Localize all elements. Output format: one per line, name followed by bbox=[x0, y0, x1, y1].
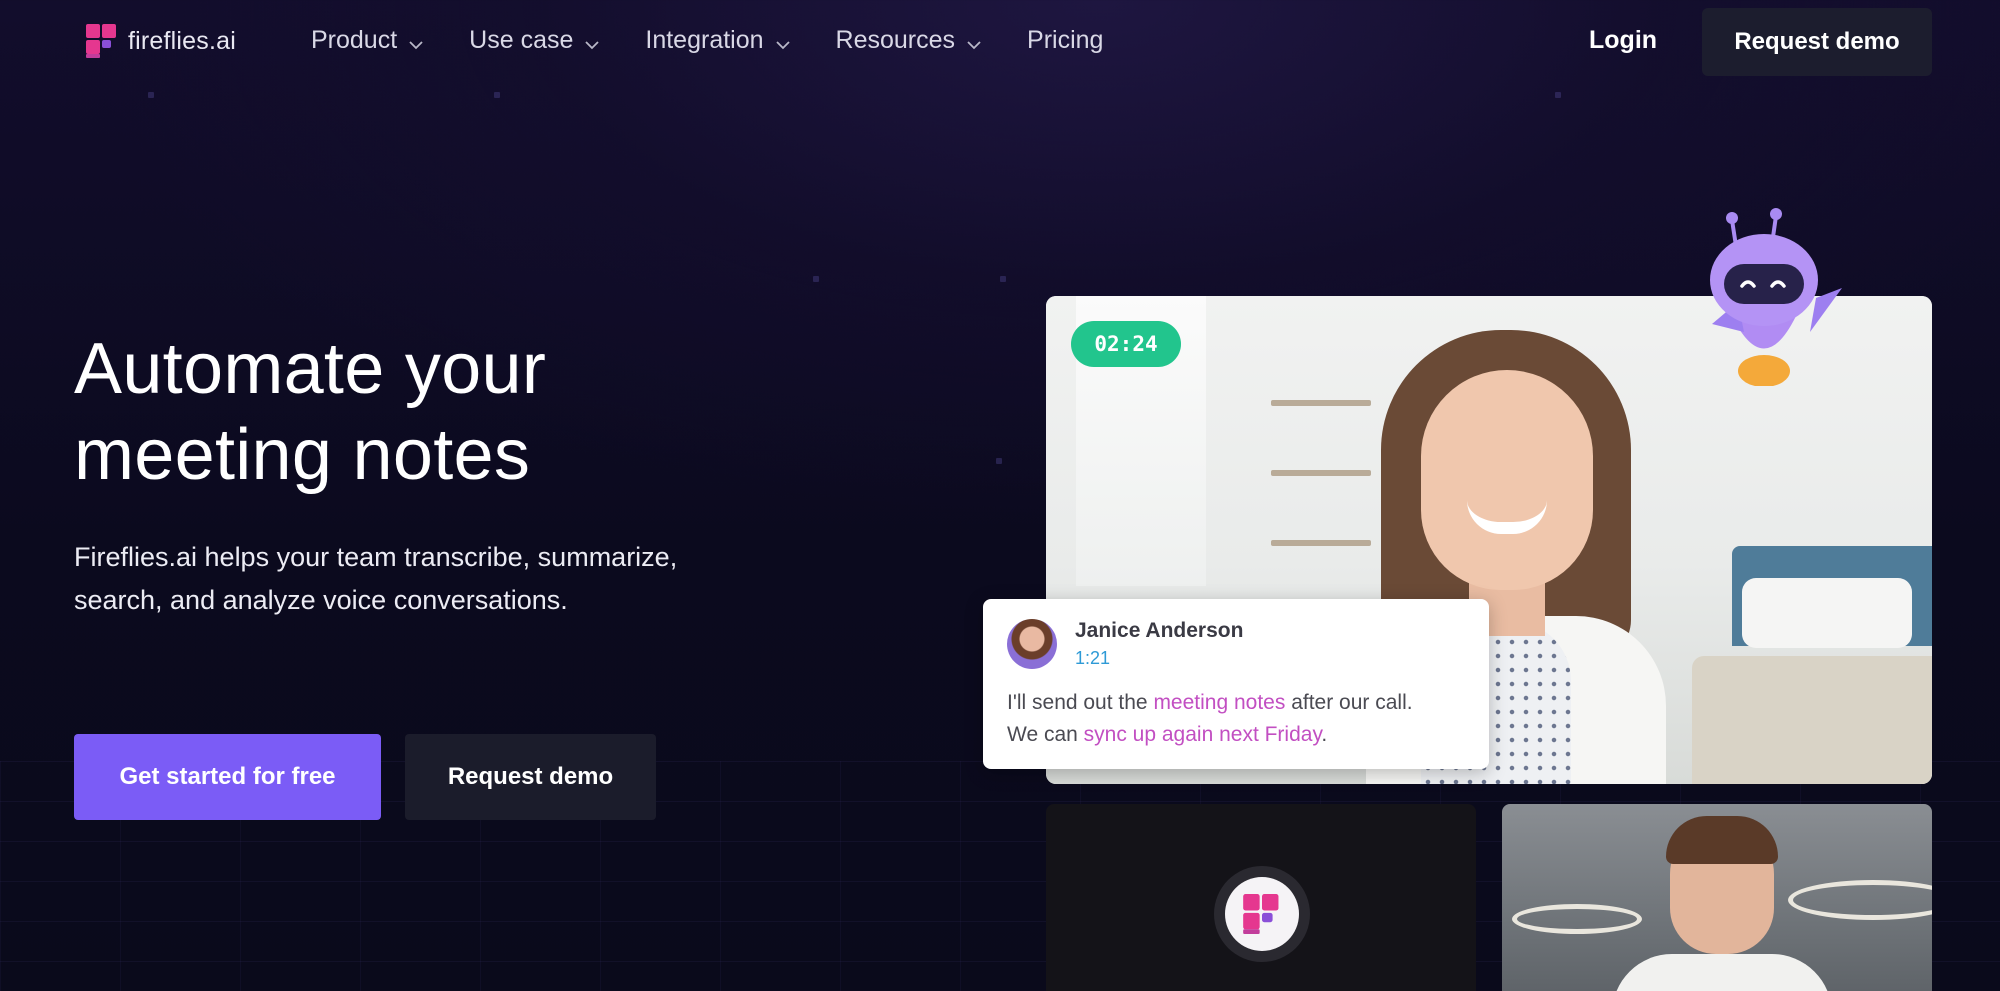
video-sofa bbox=[1692, 656, 1932, 784]
person-face bbox=[1421, 370, 1593, 590]
transcript-text: I'll send out the meeting notes after ou… bbox=[1007, 687, 1477, 751]
transcript-text-part: I'll send out the bbox=[1007, 691, 1154, 714]
bot-logo-ring bbox=[1214, 866, 1310, 962]
hero-headline: Automate your meeting notes bbox=[74, 326, 694, 498]
headline-line-1: Automate your bbox=[74, 329, 547, 409]
chevron-down-icon bbox=[965, 32, 983, 50]
background-dot bbox=[813, 276, 819, 282]
transcript-card: Janice Anderson 1:21 I'll send out the m… bbox=[983, 599, 1489, 769]
video-pillow bbox=[1742, 578, 1912, 648]
video-shelf bbox=[1271, 540, 1371, 546]
hero-subtext: Fireflies.ai helps your team transcribe,… bbox=[74, 536, 794, 622]
background-dot bbox=[996, 458, 1002, 464]
nav-item-product[interactable]: Product bbox=[311, 26, 425, 55]
meeting-tile-participant bbox=[1502, 804, 1932, 991]
main-menu: Product Use case Integration Resources P… bbox=[311, 26, 1147, 55]
participant-hair bbox=[1666, 816, 1778, 864]
transcript-text-part: We can bbox=[1007, 723, 1084, 746]
transcript-highlight: meeting notes bbox=[1153, 691, 1286, 714]
nav-item-label: Product bbox=[311, 26, 398, 54]
nav-item-label: Integration bbox=[645, 26, 764, 54]
fireflies-logo-icon bbox=[86, 24, 118, 58]
background-dot bbox=[148, 92, 154, 98]
speaker-avatar bbox=[1007, 619, 1057, 669]
robot-mascot-icon bbox=[1692, 206, 1852, 387]
chevron-down-icon bbox=[583, 32, 601, 50]
ceiling-light bbox=[1788, 880, 1932, 920]
subtext-line-1: Fireflies.ai helps your team transcribe,… bbox=[74, 542, 678, 572]
nav-item-resources[interactable]: Resources bbox=[836, 26, 984, 55]
top-navigation: fireflies.ai Product Use case Integratio… bbox=[0, 0, 2000, 84]
get-started-button[interactable]: Get started for free bbox=[74, 734, 381, 820]
chevron-down-icon bbox=[407, 32, 425, 50]
ceiling-light bbox=[1512, 904, 1642, 934]
nav-item-pricing[interactable]: Pricing bbox=[1027, 26, 1103, 55]
background-dot bbox=[1000, 276, 1006, 282]
speaker-name: Janice Anderson bbox=[1075, 619, 1244, 642]
background-dot bbox=[1555, 92, 1561, 98]
transcript-timestamp[interactable]: 1:21 bbox=[1075, 648, 1110, 669]
nav-item-integration[interactable]: Integration bbox=[645, 26, 791, 55]
participant-shirt bbox=[1612, 954, 1832, 991]
headline-line-2: meeting notes bbox=[74, 415, 531, 495]
nav-item-use-case[interactable]: Use case bbox=[469, 26, 601, 55]
nav-request-demo-button[interactable]: Request demo bbox=[1702, 8, 1932, 76]
video-shelf bbox=[1271, 470, 1371, 476]
meeting-timer-badge: 02:24 bbox=[1071, 321, 1181, 367]
transcript-text-part: after our call. bbox=[1285, 691, 1413, 714]
brand-name: fireflies.ai bbox=[128, 26, 236, 55]
login-link[interactable]: Login bbox=[1589, 26, 1657, 55]
nav-item-label: Resources bbox=[835, 26, 956, 54]
background-dot bbox=[494, 92, 500, 98]
transcript-highlight: sync up again next Friday bbox=[1083, 723, 1322, 746]
fireflies-logo-icon bbox=[1243, 894, 1279, 934]
bot-logo-circle bbox=[1225, 877, 1299, 951]
subtext-line-2: search, and analyze voice conversations. bbox=[74, 585, 568, 615]
video-shelf bbox=[1271, 400, 1371, 406]
chevron-down-icon bbox=[774, 32, 792, 50]
nav-item-label: Use case bbox=[469, 26, 574, 54]
transcript-text-part: . bbox=[1321, 723, 1328, 746]
hero-request-demo-button[interactable]: Request demo bbox=[405, 734, 656, 820]
meeting-tile-fireflies-bot bbox=[1046, 804, 1476, 991]
nav-item-label: Pricing bbox=[1027, 26, 1104, 54]
brand-logo[interactable]: fireflies.ai bbox=[86, 24, 236, 58]
